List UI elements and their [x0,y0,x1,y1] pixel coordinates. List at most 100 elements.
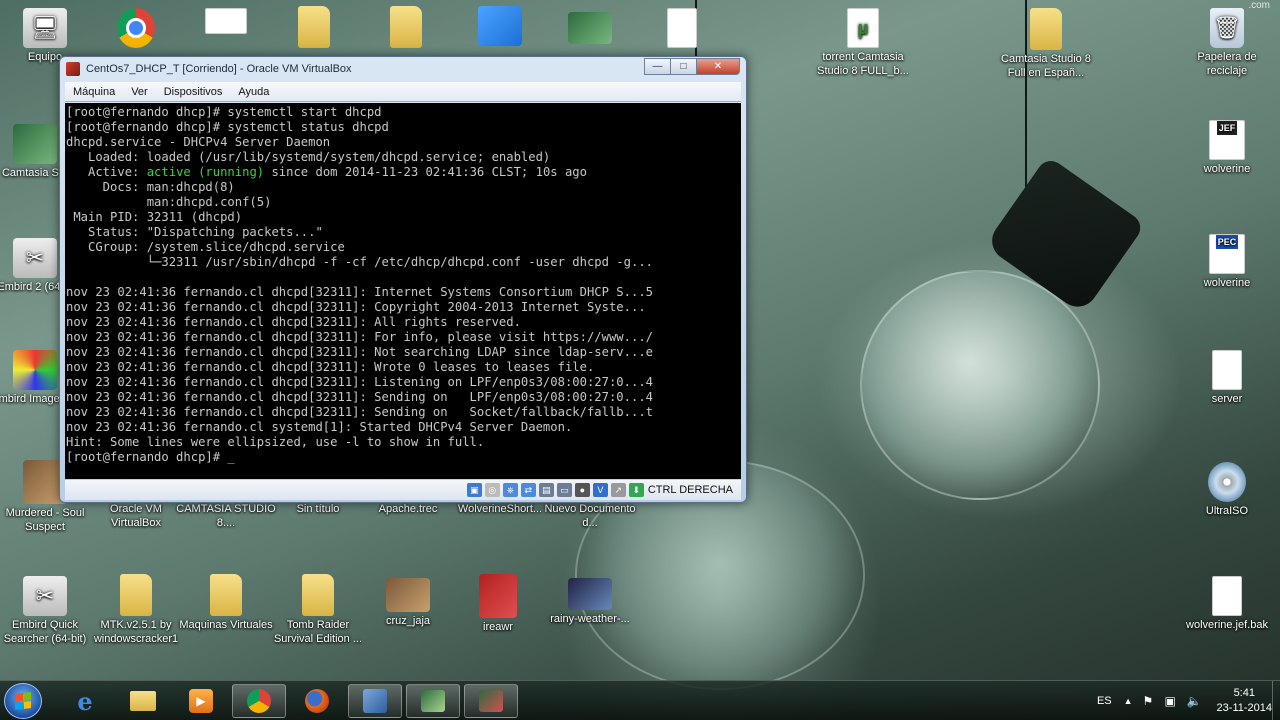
terminal-line: [root@fernando dhcp]# systemctl status d… [66,120,389,134]
desktop-icon-chrome[interactable] [86,8,186,50]
wallpaper-bulb [860,270,1100,500]
folder-icon [130,691,156,711]
menu-maquina[interactable]: Máquina [73,86,115,98]
terminal-line: Status: "Dispatching packets..." [66,225,323,239]
taskbar-chrome[interactable] [232,684,286,718]
download-icon [478,6,522,46]
folder-icon [120,574,152,616]
taskbar-explorer[interactable] [116,684,170,718]
terminal-line: nov 23 02:41:36 fernando.cl dhcpd[32311]… [66,330,653,344]
taskbar-firefox[interactable] [290,684,344,718]
vm-console[interactable]: [root@fernando dhcp]# systemctl start dh… [65,103,741,479]
menu-dispositivos[interactable]: Dispositivos [164,86,223,98]
camtasia-recorder-icon [479,690,503,712]
minimize-button[interactable]: — [644,58,671,75]
terminal-line: nov 23 02:41:36 fernando.cl systemd[1]: … [66,420,573,434]
video-capture-icon[interactable]: ● [574,483,590,497]
window-title: CentOs7_DHCP_T [Corriendo] - Oracle VM V… [86,63,352,75]
terminal-line: nov 23 02:41:36 fernando.cl dhcpd[32311]… [66,315,521,329]
virtualbox-icon [66,62,80,76]
chrome-icon [247,689,271,713]
taskbar-virtualbox[interactable] [348,684,402,718]
document-icon [667,8,697,48]
show-desktop-button[interactable] [1272,681,1280,720]
folder-icon [390,6,422,48]
desktop-icon-document[interactable] [632,8,732,50]
folder-icon [1030,8,1062,50]
window-titlebar[interactable]: CentOs7_DHCP_T [Corriendo] - Oracle VM V… [60,57,746,81]
windows-logo-icon [15,692,31,710]
ie-icon: e [77,686,93,716]
language-indicator[interactable]: ES [1097,695,1112,707]
display-icon[interactable]: ▭ [556,483,572,497]
desktop-icon-camtasia-folder[interactable]: Camtasia Studio 8 Full en Españ... [996,8,1096,80]
hard-disk-icon[interactable]: ▣ [466,483,482,497]
taskbar-camtasia-recorder[interactable] [464,684,518,718]
taskbar-ie[interactable]: e [58,684,112,718]
desktop-icon-server[interactable]: server [1177,350,1277,406]
action-center-flag-icon[interactable]: ⚑ [1143,695,1157,707]
taskbar-media-player[interactable]: ▶ [174,684,228,718]
app-icon [205,8,247,34]
embird-image-icon [13,350,57,390]
camtasia-icon [421,690,445,712]
optical-drive-icon[interactable]: ◎ [484,483,500,497]
virtualbox-icon [363,689,387,713]
clock-date: 23-11-2014 [1216,702,1272,714]
mouse-integration-icon[interactable]: ↗ [610,483,626,497]
desktop-icon-wolverine-bak[interactable]: wolverine.jef.bak [1177,576,1277,632]
terminal-line: nov 23 02:41:36 fernando.cl dhcpd[32311]… [66,390,653,404]
menu-ver[interactable]: Ver [131,86,148,98]
clock[interactable]: 5:41 23-11-2014 [1217,686,1272,716]
desktop-icon-image[interactable] [540,12,640,46]
menu-ayuda[interactable]: Ayuda [238,86,269,98]
desktop-icon-tomb-raider[interactable]: Tomb Raider Survival Edition ... [268,574,368,646]
desktop-icon-folder[interactable] [264,6,364,50]
virtualbox-window[interactable]: CentOs7_DHCP_T [Corriendo] - Oracle VM V… [59,56,747,503]
camtasia-icon [13,124,57,164]
pec-file-icon: PEC [1209,234,1245,274]
desktop-icon-embird-quick[interactable]: ✂ Embird Quick Searcher (64-bit) [0,576,95,646]
desktop-icon-download[interactable] [450,6,550,48]
desktop-icon-ireawr[interactable]: ireawr [448,574,548,634]
desktop-icon-rainy[interactable]: rainy-weather-... [540,578,640,626]
media-player-icon: ▶ [189,689,213,713]
system-tray: ES ▲ ⚑ ▣ 🔈 5:41 23-11-2014 [1097,681,1272,720]
start-button[interactable] [4,683,42,719]
image-icon [568,578,612,610]
terminal-line: man:dhcpd.conf(5) [66,195,272,209]
clock-time: 5:41 [1233,687,1255,699]
maximize-button[interactable]: □ [670,58,697,75]
cpu-icon[interactable]: V [592,483,608,497]
document-icon [1212,350,1242,390]
image-icon [479,574,517,618]
recycle-bin-icon: 🗑 [1210,8,1244,48]
desktop-icon-ultraiso[interactable]: UltraISO [1177,462,1277,518]
usb-icon[interactable]: ⎈ [502,483,518,497]
desktop-icon-recycle-bin[interactable]: 🗑 Papelera de reciclaje [1177,8,1277,78]
desktop-icon-wolverine-pec[interactable]: PEC wolverine [1177,234,1277,290]
terminal-line: nov 23 02:41:36 fernando.cl dhcpd[32311]… [66,360,595,374]
desktop-icon-wolverine-jef[interactable]: JEF wolverine [1177,120,1277,176]
network-icon[interactable]: ⇄ [520,483,536,497]
close-button[interactable]: ✕ [696,58,740,75]
network-status-icon[interactable]: ▣ [1165,695,1179,707]
terminal-line: └─32311 /usr/sbin/dhcpd -f -cf /etc/dhcp… [66,255,653,269]
image-icon [386,578,430,612]
host-key-label: CTRL DERECHA [647,484,733,496]
shared-folder-icon[interactable]: ▤ [538,483,554,497]
show-hidden-icons-icon[interactable]: ▲ [1124,696,1133,706]
desktop-icon-app[interactable] [176,8,276,36]
wallpaper-bulb-cap [984,155,1146,315]
taskbar-camtasia[interactable] [406,684,460,718]
host-key-arrow-icon[interactable]: ⬇ [628,483,644,497]
desktop-icon-mtk[interactable]: MTK.v2.5.1 by windowscracker1 [86,574,186,646]
volume-icon[interactable]: 🔈 [1187,695,1202,707]
desktop-icon-torrent[interactable]: µ torrent Camtasia Studio 8 FULL_b... [813,8,913,78]
computer-icon: 🖥 [23,8,67,48]
desktop-icon-cruz-jaja[interactable]: cruz_jaja [358,578,458,628]
desktop-icon-maquinas[interactable]: Maquinas Virtuales [176,574,276,632]
desktop-icon-folder[interactable] [356,6,456,50]
service-active-status: active (running) [146,165,265,179]
